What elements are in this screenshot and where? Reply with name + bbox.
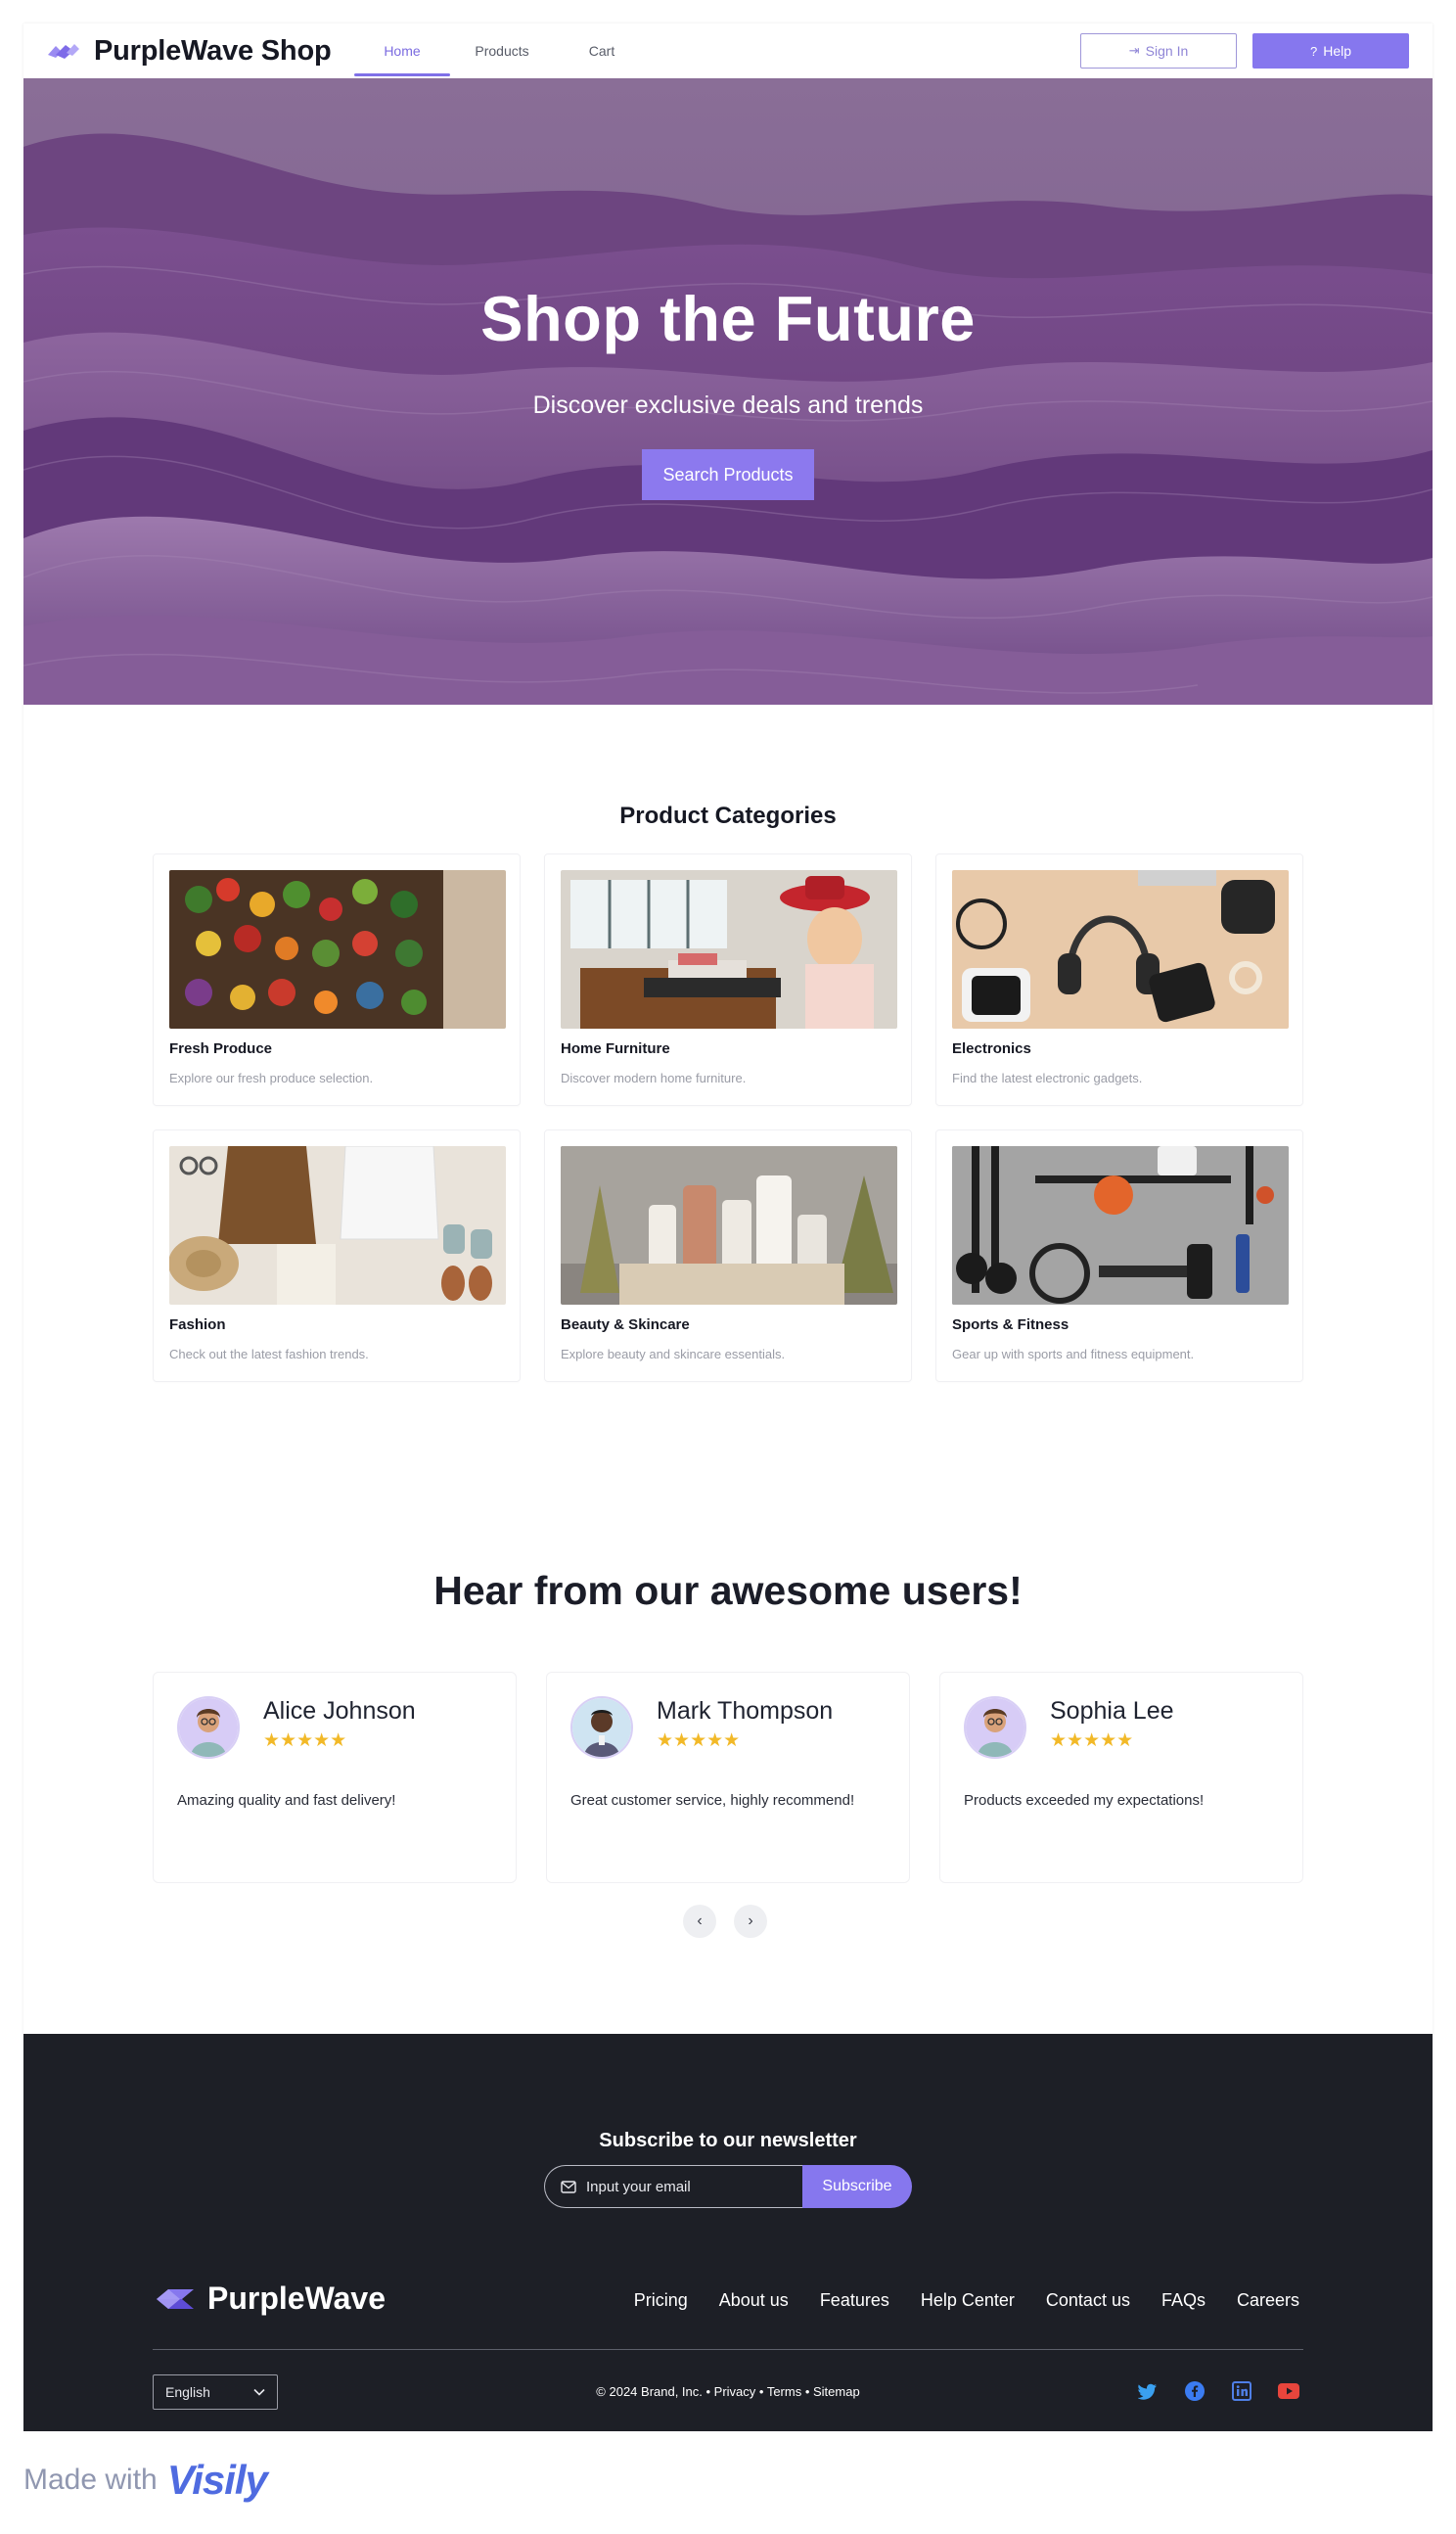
star-rating: ★★★★★ <box>657 1730 741 1751</box>
hero-banner: Shop the Future Discover exclusive deals… <box>23 78 1433 705</box>
chevron-right-icon: › <box>748 1912 753 1929</box>
mail-icon <box>561 2180 576 2193</box>
navbar: PurpleWave Shop Home Products Cart ⇥ Sig… <box>23 23 1433 78</box>
category-card-sports-fitness[interactable]: Sports & Fitness Gear up with sports and… <box>935 1129 1303 1382</box>
footer-brand-name: PurpleWave <box>207 2281 386 2316</box>
footer-links: Pricing About us Features Help Center Co… <box>634 2290 1299 2311</box>
youtube-icon[interactable] <box>1278 2380 1299 2402</box>
testimonial-card: Sophia Lee ★★★★★ Products exceeded my ex… <box>939 1672 1303 1883</box>
subscribe-button[interactable]: Subscribe <box>802 2165 912 2208</box>
social-links <box>1137 2380 1299 2402</box>
category-image-home-furniture <box>561 870 897 1029</box>
sign-in-button[interactable]: ⇥ Sign In <box>1080 33 1237 69</box>
footer-brand[interactable]: PurpleWave <box>155 2281 386 2317</box>
testimonial-card: Alice Johnson ★★★★★ Amazing quality and … <box>153 1672 517 1883</box>
avatar <box>964 1696 1026 1759</box>
category-name: Beauty & Skincare <box>561 1316 690 1333</box>
footer-link-careers[interactable]: Careers <box>1237 2290 1299 2311</box>
footer-link-faqs[interactable]: FAQs <box>1161 2290 1206 2311</box>
twitter-icon[interactable] <box>1137 2380 1159 2402</box>
category-card-home-furniture[interactable]: Home Furniture Discover modern home furn… <box>544 853 912 1106</box>
review-text: Amazing quality and fast delivery! <box>177 1792 396 1809</box>
help-button[interactable]: ? Help <box>1252 33 1409 69</box>
made-with-badge[interactable]: Made with Visily <box>23 2457 268 2504</box>
category-card-beauty-skincare[interactable]: Beauty & Skincare Explore beauty and ski… <box>544 1129 912 1382</box>
question-icon: ? <box>1309 43 1318 59</box>
testimonial-grid: Alice Johnson ★★★★★ Amazing quality and … <box>153 1672 1303 1883</box>
star-rating: ★★★★★ <box>1050 1730 1134 1751</box>
email-input[interactable]: Input your email <box>544 2165 802 2208</box>
category-name: Fresh Produce <box>169 1040 273 1057</box>
nav-actions: ⇥ Sign In ? Help <box>1080 33 1409 69</box>
chevron-left-icon: ‹ <box>697 1912 703 1929</box>
linkedin-icon[interactable] <box>1231 2380 1252 2402</box>
category-image-fresh-produce <box>169 870 506 1029</box>
avatar <box>177 1696 240 1759</box>
category-description: Check out the latest fashion trends. <box>169 1347 369 1361</box>
category-name: Fashion <box>169 1316 226 1333</box>
nav-tabs: Home Products Cart <box>354 23 654 78</box>
footer-link-help-center[interactable]: Help Center <box>921 2290 1015 2311</box>
category-image-electronics <box>952 870 1289 1029</box>
reviewer-name: Alice Johnson <box>263 1697 416 1725</box>
review-text: Great customer service, highly recommend… <box>570 1792 855 1809</box>
category-description: Gear up with sports and fitness equipmen… <box>952 1347 1195 1361</box>
carousel-prev-button[interactable]: ‹ <box>683 1905 716 1938</box>
facebook-icon[interactable] <box>1184 2380 1206 2402</box>
carousel-next-button[interactable]: › <box>734 1905 767 1938</box>
made-with-text: Made with <box>23 2464 158 2496</box>
category-name: Home Furniture <box>561 1040 670 1057</box>
page-frame: PurpleWave Shop Home Products Cart ⇥ Sig… <box>23 23 1433 2431</box>
category-card-electronics[interactable]: Electronics Find the latest electronic g… <box>935 853 1303 1106</box>
brand-logo-icon <box>48 44 79 59</box>
testimonial-card: Mark Thompson ★★★★★ Great customer servi… <box>546 1672 910 1883</box>
category-image-beauty-skincare <box>561 1146 897 1305</box>
category-name: Electronics <box>952 1040 1031 1057</box>
newsletter-title: Subscribe to our newsletter <box>599 2130 857 2151</box>
sign-in-icon: ⇥ <box>1128 43 1140 58</box>
email-placeholder: Input your email <box>586 2178 691 2195</box>
category-image-fashion <box>169 1146 506 1305</box>
tab-cart[interactable]: Cart <box>554 23 650 78</box>
category-description: Explore beauty and skincare essentials. <box>561 1347 786 1361</box>
reviewer-name: Sophia Lee <box>1050 1697 1174 1725</box>
category-grid: Fresh Produce Explore our fresh produce … <box>153 853 1303 1382</box>
category-description: Explore our fresh produce selection. <box>169 1071 374 1085</box>
categories-title: Product Categories <box>619 803 837 829</box>
brand[interactable]: PurpleWave Shop <box>47 35 346 68</box>
category-card-fashion[interactable]: Fashion Check out the latest fashion tre… <box>153 1129 521 1382</box>
purplewave-logo-icon <box>157 2288 194 2309</box>
category-description: Discover modern home furniture. <box>561 1071 747 1085</box>
star-rating: ★★★★★ <box>263 1730 347 1751</box>
footer-link-features[interactable]: Features <box>820 2290 889 2311</box>
tab-products[interactable]: Products <box>454 23 550 78</box>
category-image-sports-fitness <box>952 1146 1289 1305</box>
footer-link-pricing[interactable]: Pricing <box>634 2290 688 2311</box>
search-products-button[interactable]: Search Products <box>642 449 814 500</box>
carousel-controls: ‹ › <box>683 1905 767 1938</box>
category-name: Sports & Fitness <box>952 1316 1069 1333</box>
footer: Subscribe to our newsletter Input your e… <box>23 2034 1433 2431</box>
sign-in-label: Sign In <box>1145 43 1189 59</box>
visily-logo: Visily <box>166 2457 268 2503</box>
footer-link-about-us[interactable]: About us <box>719 2290 789 2311</box>
category-card-fresh-produce[interactable]: Fresh Produce Explore our fresh produce … <box>153 853 521 1106</box>
review-text: Products exceeded my expectations! <box>964 1792 1205 1809</box>
footer-link-contact-us[interactable]: Contact us <box>1046 2290 1130 2311</box>
testimonials-title: Hear from our awesome users! <box>433 1568 1023 1613</box>
reviewer-name: Mark Thompson <box>657 1697 834 1725</box>
footer-divider <box>153 2349 1303 2350</box>
tab-home[interactable]: Home <box>354 23 450 78</box>
hero-title: Shop the Future <box>480 283 976 354</box>
category-description: Find the latest electronic gadgets. <box>952 1071 1143 1085</box>
avatar <box>570 1696 633 1759</box>
newsletter-form: Input your email Subscribe <box>544 2165 912 2208</box>
hero-subtitle: Discover exclusive deals and trends <box>532 392 924 419</box>
help-label: Help <box>1323 43 1352 59</box>
brand-name: PurpleWave Shop <box>94 34 332 67</box>
